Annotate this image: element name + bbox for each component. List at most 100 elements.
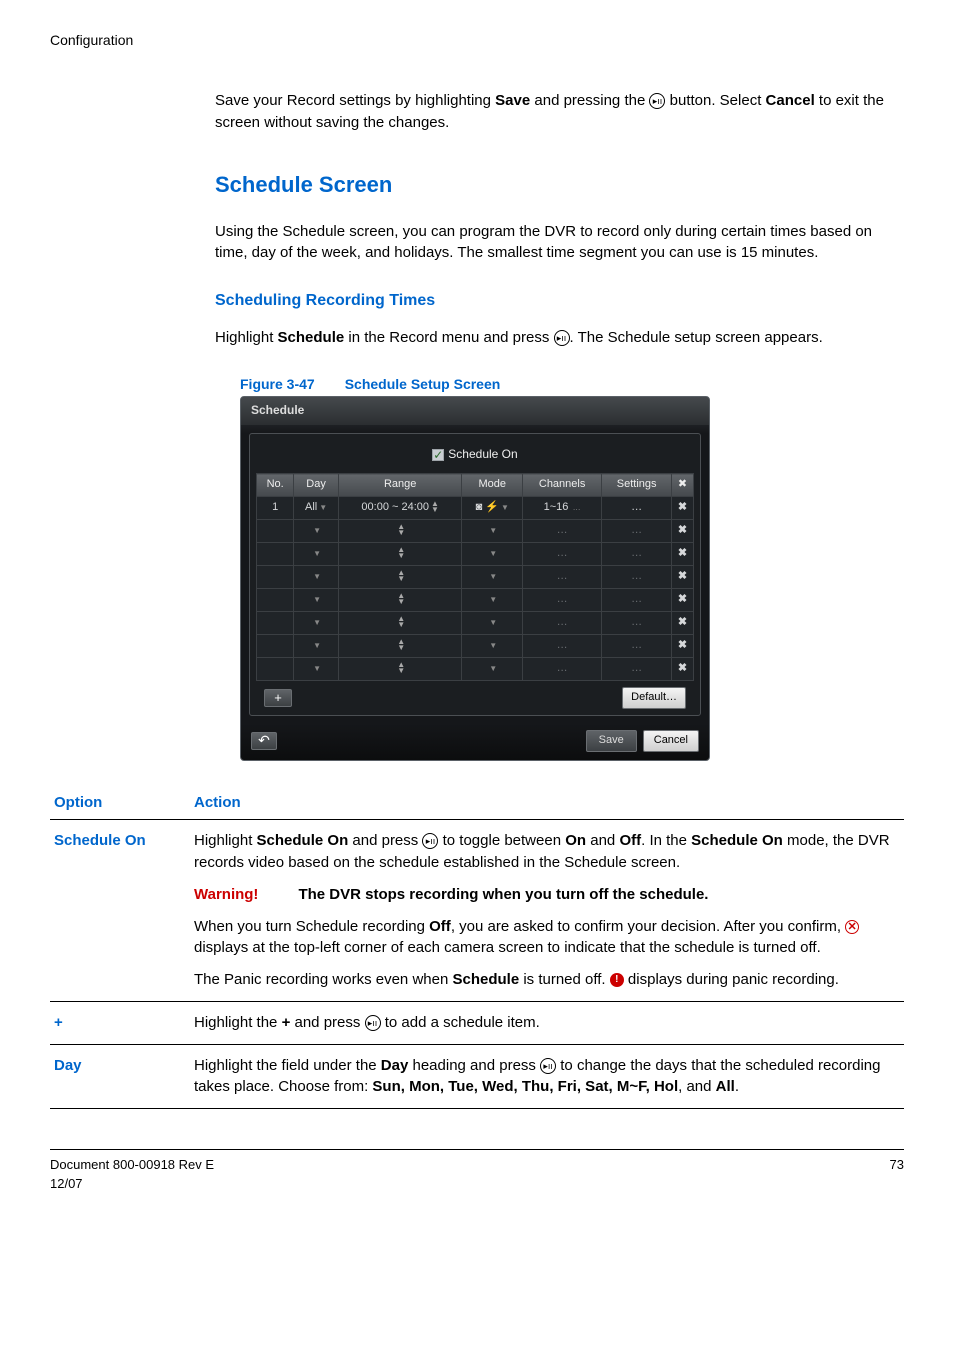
save-word: Save: [495, 92, 530, 109]
schedule-on-p2: When you turn Schedule recording Off, yo…: [194, 916, 900, 960]
schedule-setup-screenshot: Schedule Schedule On No. Day Range Mode …: [240, 396, 710, 760]
t: to toggle between: [438, 832, 565, 849]
col-day: Day: [294, 474, 339, 497]
t: Highlight the: [194, 1014, 282, 1031]
chevron-down-icon: ▼: [489, 595, 497, 604]
col-range: Range: [338, 474, 462, 497]
t: heading and press: [408, 1057, 540, 1074]
t: . In the: [641, 832, 691, 849]
cell-day[interactable]: All▼: [294, 497, 339, 520]
chevron-down-icon: ▼: [489, 641, 497, 650]
table-header-row: No. Day Range Mode Channels Settings ✖: [257, 474, 694, 497]
t: Highlight: [194, 832, 257, 849]
ellipsis-icon: …: [570, 503, 580, 512]
opt-day-label: Day: [50, 1044, 190, 1109]
delete-row-button: ✖: [672, 565, 694, 588]
t: The Panic recording works even when: [194, 971, 452, 988]
panic-record-icon: !: [610, 973, 624, 987]
delete-row-button: ✖: [672, 611, 694, 634]
cell-channels-value: 1~16: [544, 501, 569, 513]
chevron-down-icon: ▼: [313, 641, 321, 650]
t: and press: [290, 1014, 364, 1031]
hp-1: Highlight: [215, 329, 278, 346]
hp-3: . The Schedule setup screen appears.: [570, 329, 823, 346]
table-row: ▼▲▼▼……✖: [257, 611, 694, 634]
spinner-icon: ▲▼: [397, 593, 405, 605]
chevron-down-icon: ▼: [313, 526, 321, 535]
cell-mode-value: ◙ ⚡: [476, 501, 499, 513]
t: to add a schedule item.: [381, 1014, 540, 1031]
shot-footer: + Default…: [256, 681, 694, 709]
t: Schedule On: [691, 832, 783, 849]
footer-left: Document 800-00918 Rev E 12/07: [50, 1156, 214, 1194]
play-pause-icon: ▸ıı: [365, 1015, 381, 1031]
schedule-table: No. Day Range Mode Channels Settings ✖ 1…: [256, 473, 694, 680]
chevron-down-icon: ▼: [489, 618, 497, 627]
chevron-down-icon: ▼: [489, 549, 497, 558]
t: displays during panic recording.: [624, 971, 839, 988]
opt-day-action: Highlight the field under the Day headin…: [190, 1044, 904, 1109]
delete-row-button: ✖: [672, 520, 694, 543]
cell-mode[interactable]: ◙ ⚡▼: [462, 497, 522, 520]
t: displays at the top-left corner of each …: [194, 939, 821, 956]
schedule-on-p1: Highlight Schedule On and press ▸ıı to t…: [194, 830, 900, 874]
t: .: [735, 1078, 739, 1095]
option-row-schedule-on: Schedule On Highlight Schedule On and pr…: [50, 820, 904, 1002]
intro-text-1: Save your Record settings by highlightin…: [215, 92, 495, 109]
schedule-intro: Using the Schedule screen, you can progr…: [215, 221, 884, 265]
figure-label: Figure 3-47Schedule Setup Screen: [240, 374, 884, 394]
t: Highlight the field under the: [194, 1057, 381, 1074]
warning-text: The DVR stops recording when you turn of…: [298, 884, 708, 906]
col-mode: Mode: [462, 474, 522, 497]
delete-row-button: ✖: [672, 543, 694, 566]
t: , and: [678, 1078, 716, 1095]
option-row-plus: + Highlight the + and press ▸ıı to add a…: [50, 1001, 904, 1044]
spinner-icon: ▲▼: [431, 501, 439, 513]
cell-channels[interactable]: 1~16 …: [522, 497, 601, 520]
chevron-down-icon: ▼: [313, 595, 321, 604]
options-header-option: Option: [50, 786, 190, 820]
page-footer: Document 800-00918 Rev E 12/07 73: [50, 1149, 904, 1194]
chevron-down-icon: ▼: [313, 549, 321, 558]
save-button[interactable]: Save: [586, 730, 637, 752]
default-button[interactable]: Default…: [622, 687, 686, 709]
spinner-icon: ▲▼: [397, 524, 405, 536]
cell-settings[interactable]: …: [602, 497, 672, 520]
add-row-button[interactable]: +: [264, 689, 292, 707]
chevron-down-icon: ▼: [319, 503, 327, 512]
t: and: [586, 832, 619, 849]
cancel-word: Cancel: [766, 92, 815, 109]
table-row: 1 All▼ 00:00 ~ 24:00▲▼ ◙ ⚡▼ 1~16 … … ✖: [257, 497, 694, 520]
t: Sun, Mon, Tue, Wed, Thu, Fri, Sat, M~F, …: [372, 1078, 678, 1095]
schedule-on-p3: The Panic recording works even when Sche…: [194, 969, 900, 991]
t: On: [565, 832, 586, 849]
footer-date: 12/07: [50, 1175, 214, 1194]
cancel-button[interactable]: Cancel: [643, 730, 699, 752]
warning-line: Warning! The DVR stops recording when yo…: [194, 884, 900, 906]
t: +: [282, 1014, 291, 1031]
option-row-day: Day Highlight the field under the Day he…: [50, 1044, 904, 1109]
back-button[interactable]: ↶: [251, 732, 277, 750]
bottom-bar: ↶ Save Cancel: [241, 724, 709, 752]
delete-row-button[interactable]: ✖: [672, 497, 694, 520]
chevron-down-icon: ▼: [489, 572, 497, 581]
spinner-icon: ▲▼: [397, 639, 405, 651]
spinner-icon: ▲▼: [397, 547, 405, 559]
intro-paragraph: Save your Record settings by highlightin…: [215, 90, 884, 134]
schedule-on-checkbox-row: Schedule On: [256, 442, 694, 473]
scheduling-times-heading: Scheduling Recording Times: [215, 289, 884, 312]
t: , you are asked to confirm your decision…: [451, 918, 845, 935]
play-pause-icon: ▸ıı: [649, 93, 665, 109]
t: When you turn Schedule recording: [194, 918, 429, 935]
warning-label: Warning!: [194, 884, 258, 906]
options-header-action: Action: [190, 786, 904, 820]
table-row: ▼▲▼▼……✖: [257, 588, 694, 611]
table-row: ▼▲▼▼……✖: [257, 657, 694, 680]
opt-schedule-on-label: Schedule On: [50, 820, 190, 1002]
t: Day: [381, 1057, 409, 1074]
figure-number: Figure 3-47: [240, 376, 315, 392]
options-table: Option Action Schedule On Highlight Sche…: [50, 786, 904, 1110]
cell-range-value: 00:00 ~ 24:00: [361, 501, 429, 513]
cell-range[interactable]: 00:00 ~ 24:00▲▼: [338, 497, 462, 520]
schedule-on-checkbox[interactable]: [432, 449, 444, 461]
